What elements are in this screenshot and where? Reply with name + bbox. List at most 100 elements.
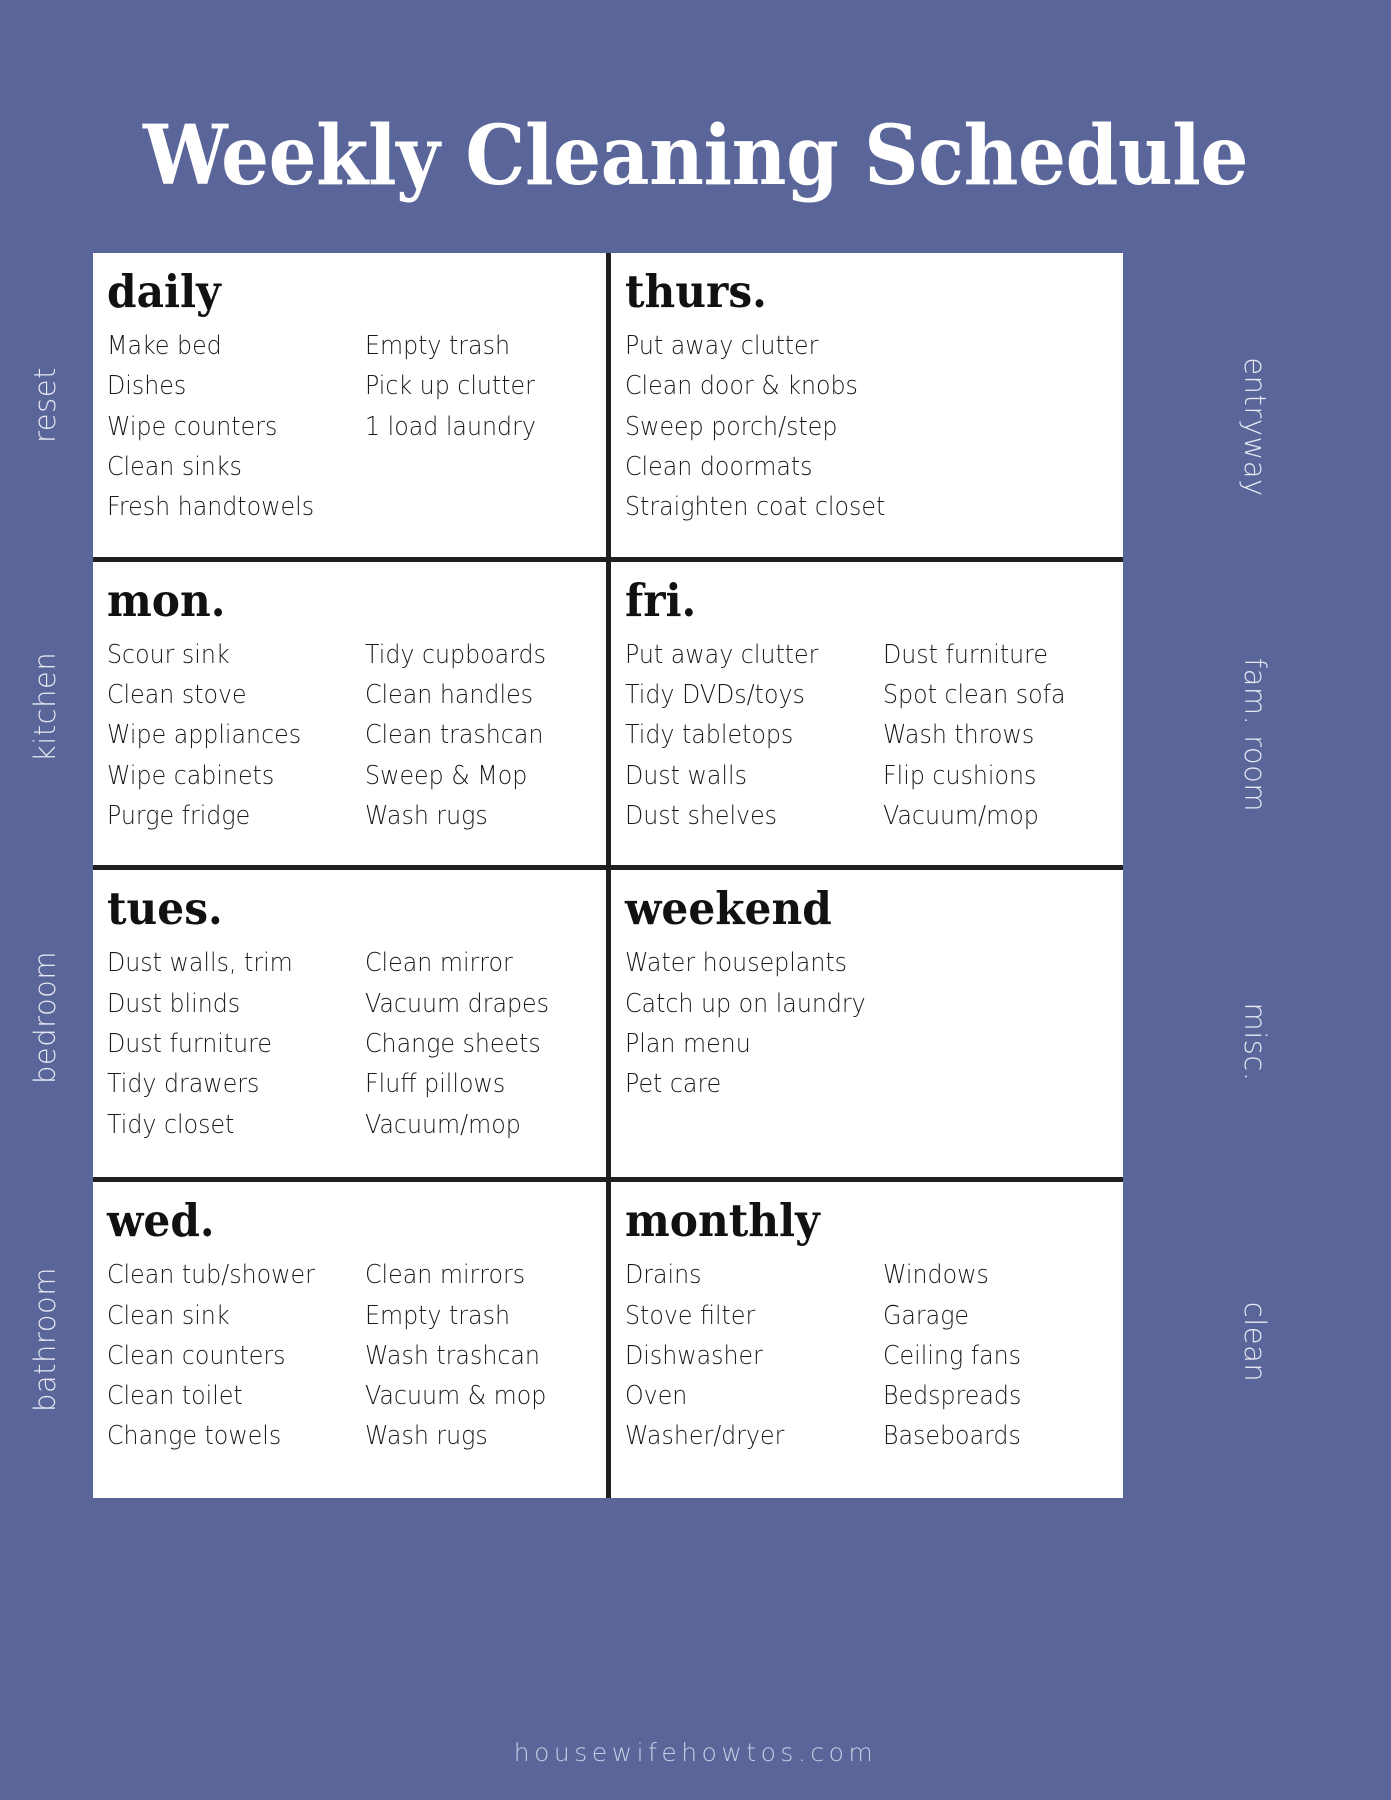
task-column-1: Scour sink Clean stove Wipe appliances W… bbox=[107, 635, 365, 836]
task-item: Change towels bbox=[107, 1421, 282, 1452]
task-item: Plan menu bbox=[624, 1029, 751, 1060]
task-item: Vacuum/mop bbox=[882, 800, 1039, 831]
task-item: Wipe appliances bbox=[107, 720, 302, 751]
task-column-1: Water houseplants Catch up on laundry Pl… bbox=[625, 943, 1112, 1104]
task-column-1: Make bed Dishes Wipe counters Clean sink… bbox=[107, 326, 365, 527]
card-heading: mon. bbox=[107, 573, 226, 627]
task-item: Clean mirror bbox=[365, 948, 513, 979]
card-daily: daily Make bed Dishes Wipe counters Clea… bbox=[93, 253, 606, 557]
task-item: Stove filter bbox=[624, 1300, 755, 1331]
task-item: Garage bbox=[882, 1300, 969, 1331]
task-column-2: Empty trash Pick up clutter 1 load laund… bbox=[365, 326, 606, 527]
footer-website: housewifehowtos.com bbox=[513, 1738, 878, 1767]
side-label-entryway: entryway bbox=[1238, 297, 1272, 557]
task-item: Clean counters bbox=[107, 1340, 286, 1371]
task-item: Clean mirrors bbox=[365, 1260, 526, 1291]
task-item: Baseboards bbox=[882, 1421, 1021, 1452]
side-label-text: clean bbox=[1238, 1301, 1272, 1383]
task-item: Sweep & Mop bbox=[365, 760, 528, 791]
task-item: Dust shelves bbox=[624, 800, 777, 831]
task-item: Change sheets bbox=[365, 1029, 541, 1060]
task-item: Put away clutter bbox=[624, 331, 818, 361]
schedule-grid: daily Make bed Dishes Wipe counters Clea… bbox=[93, 253, 1123, 1498]
task-item: Catch up on laundry bbox=[624, 988, 866, 1019]
card-columns: Make bed Dishes Wipe counters Clean sink… bbox=[107, 326, 594, 527]
card-columns: Put away clutter Clean door & knobs Swee… bbox=[625, 326, 1112, 527]
task-item: Fresh handtowels bbox=[107, 492, 315, 523]
task-item: Dishes bbox=[107, 371, 187, 402]
task-column-1: Dust walls, trim Dust blinds Dust furnit… bbox=[107, 943, 365, 1144]
card-heading: monthly bbox=[624, 1194, 820, 1248]
card-thurs: thurs. Put away clutter Clean door & kno… bbox=[610, 253, 1123, 557]
task-item: Flip cushions bbox=[882, 760, 1036, 791]
card-columns: Clean tub/shower Clean sink Clean counte… bbox=[107, 1255, 594, 1456]
task-item: Water houseplants bbox=[624, 948, 847, 979]
task-column-2: Clean mirrors Empty trash Wash trashcan … bbox=[365, 1255, 606, 1456]
task-item: Ceiling fans bbox=[882, 1340, 1021, 1371]
card-columns: Water houseplants Catch up on laundry Pl… bbox=[625, 943, 1112, 1104]
side-label-clean: clean bbox=[1238, 1212, 1272, 1472]
task-item: Dust walls, trim bbox=[107, 948, 293, 979]
card-columns: Scour sink Clean stove Wipe appliances W… bbox=[107, 635, 594, 836]
card-columns: Dust walls, trim Dust blinds Dust furnit… bbox=[107, 943, 594, 1144]
task-item: Clean toilet bbox=[107, 1381, 243, 1412]
task-column-1: Drains Stove filter Dishwasher Oven Wash… bbox=[625, 1255, 883, 1456]
card-heading: tues. bbox=[107, 882, 223, 936]
task-item: Clean door & knobs bbox=[624, 371, 858, 402]
side-label-text: fam. room bbox=[1238, 657, 1272, 813]
task-item: Dust walls bbox=[624, 760, 747, 791]
card-heading: wed. bbox=[107, 1194, 215, 1248]
task-column-2: Windows Garage Ceiling fans Bedspreads B… bbox=[883, 1255, 1124, 1456]
task-item: Vacuum & mop bbox=[365, 1381, 547, 1412]
task-item: Clean doormats bbox=[624, 451, 813, 482]
task-column-1: Put away clutter Clean door & knobs Swee… bbox=[625, 326, 1112, 527]
card-mon: mon. Scour sink Clean stove Wipe applian… bbox=[93, 561, 606, 866]
task-item: Tidy DVDs/toys bbox=[624, 680, 805, 711]
task-item: Dust furniture bbox=[107, 1029, 272, 1060]
task-item: Drains bbox=[624, 1260, 702, 1291]
page-title: Weekly Cleaning Schedule bbox=[142, 108, 1249, 204]
side-label-text: misc. bbox=[1238, 1002, 1272, 1082]
task-item: Empty trash bbox=[365, 331, 510, 361]
side-label-text: reset bbox=[28, 367, 62, 443]
task-item: Wipe cabinets bbox=[107, 760, 275, 791]
task-item: Washer/dryer bbox=[624, 1421, 784, 1452]
task-item: Tidy cupboards bbox=[365, 639, 546, 670]
task-item: Clean sink bbox=[107, 1300, 230, 1331]
task-column-1: Put away clutter Tidy DVDs/toys Tidy tab… bbox=[625, 635, 883, 836]
side-label-fam-room: fam. room bbox=[1238, 605, 1272, 865]
card-heading: daily bbox=[107, 265, 221, 318]
task-item: Empty trash bbox=[365, 1300, 510, 1331]
card-weekend: weekend Water houseplants Catch up on la… bbox=[610, 870, 1123, 1178]
side-label-text: entryway bbox=[1238, 357, 1272, 497]
task-item: Wash throws bbox=[882, 720, 1034, 751]
side-label-text: kitchen bbox=[28, 651, 62, 762]
side-label-bedroom: bedroom bbox=[28, 951, 62, 1084]
side-label-misc: misc. bbox=[1238, 912, 1272, 1172]
task-item: Wash rugs bbox=[365, 800, 488, 831]
card-fri: fri. Put away clutter Tidy DVDs/toys Tid… bbox=[610, 561, 1123, 866]
side-label-text: bedroom bbox=[28, 950, 62, 1084]
card-columns: Put away clutter Tidy DVDs/toys Tidy tab… bbox=[625, 635, 1112, 836]
task-item: 1 load laundry bbox=[365, 411, 536, 442]
side-label-text: bathroom bbox=[28, 1267, 62, 1412]
task-item: Wipe counters bbox=[107, 411, 278, 442]
task-item: Bedspreads bbox=[882, 1381, 1021, 1412]
task-item: Sweep porch/step bbox=[624, 411, 837, 442]
task-item: Clean trashcan bbox=[365, 720, 544, 751]
card-monthly: monthly Drains Stove filter Dishwasher O… bbox=[610, 1182, 1124, 1498]
task-column-2: Tidy cupboards Clean handles Clean trash… bbox=[365, 635, 606, 836]
task-item: Tidy closet bbox=[107, 1109, 235, 1140]
task-item: Scour sink bbox=[107, 639, 230, 670]
card-heading: weekend bbox=[624, 882, 832, 936]
task-item: Vacuum drapes bbox=[365, 988, 549, 1019]
poster-canvas: Weekly Cleaning Schedule reset kitchen b… bbox=[0, 0, 1391, 1800]
card-heading: fri. bbox=[624, 573, 696, 627]
task-item: Clean stove bbox=[107, 680, 247, 711]
task-item: Spot clean sofa bbox=[882, 680, 1066, 711]
task-item: Clean handles bbox=[365, 680, 534, 711]
side-label-reset: reset bbox=[28, 360, 62, 450]
task-item: Clean tub/shower bbox=[107, 1260, 315, 1291]
task-item: Windows bbox=[882, 1260, 989, 1291]
card-heading: thurs. bbox=[624, 265, 767, 318]
